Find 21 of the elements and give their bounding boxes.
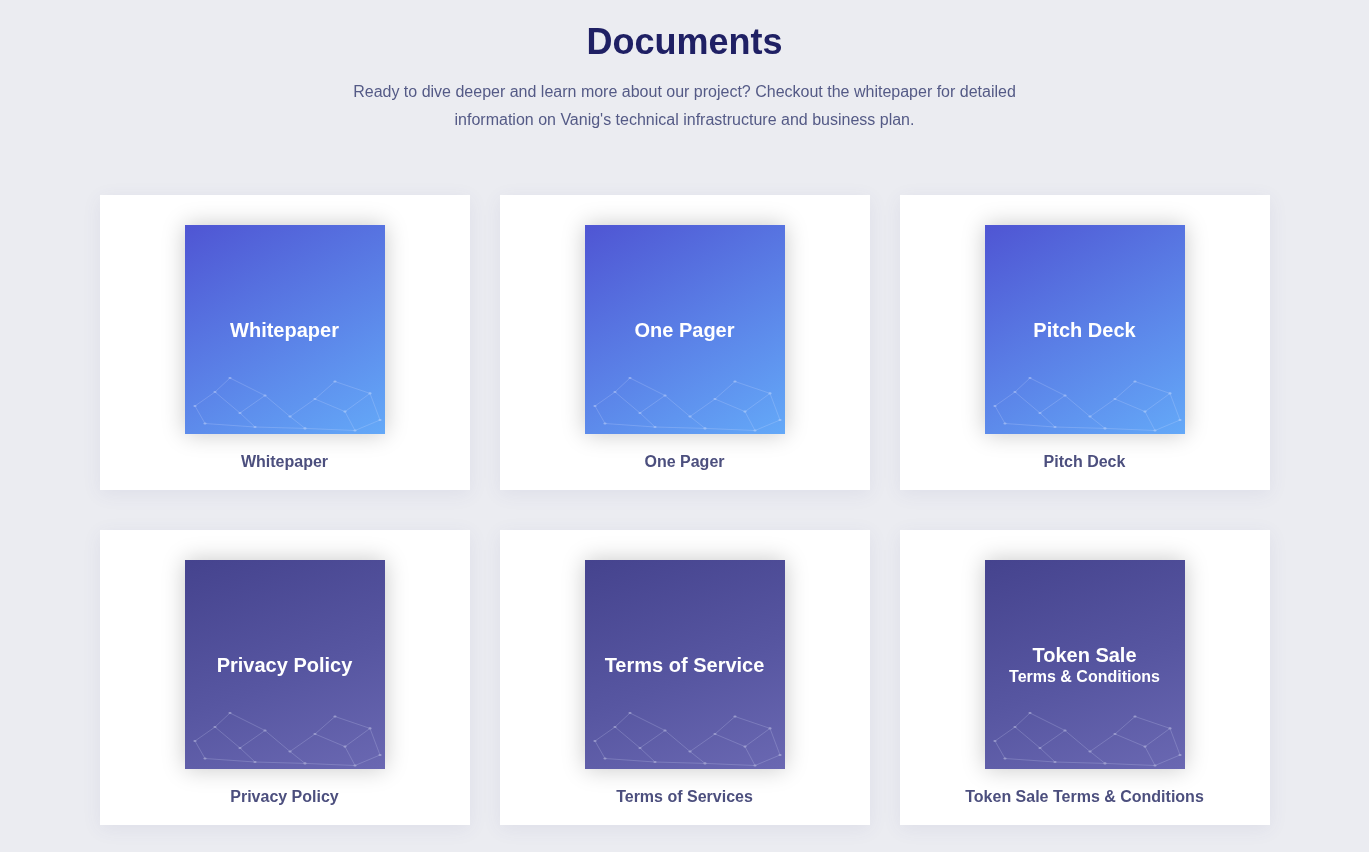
document-label: Whitepaper — [240, 452, 329, 472]
cover-title: Token Sale — [1032, 642, 1137, 667]
document-label: Token Sale Terms & Conditions — [965, 787, 1204, 807]
cover-title: Whitepaper — [230, 317, 339, 342]
intro-paragraph: Ready to dive deeper and learn more about our project? Checkout the whitepaper for detailed information on Vanig's technical infrastructure and business plan. — [352, 82, 1017, 130]
cover-title: Terms of Service — [604, 652, 765, 677]
document-card[interactable]: Whitepaper Whitepaper — [99, 195, 470, 490]
page-heading: Documents — [586, 20, 783, 64]
cover-title: Pitch Deck — [1033, 317, 1136, 342]
document-card[interactable]: Pitch Deck Pitch Deck — [899, 195, 1270, 490]
cover-title: Privacy Policy — [216, 652, 353, 677]
document-card[interactable]: One Pager One Pager — [499, 195, 870, 490]
document-card[interactable]: Terms of Service Terms of Services — [499, 530, 870, 825]
cover-subtitle: Terms & Conditions — [1009, 666, 1160, 687]
cover-title: One Pager — [634, 317, 735, 342]
document-label: One Pager — [644, 452, 725, 472]
document-label: Pitch Deck — [1043, 452, 1126, 472]
document-card[interactable]: Token Sale Terms & Conditions Token Sale Terms & Conditions — [899, 530, 1270, 825]
document-label: Terms of Services — [616, 787, 753, 807]
document-label: Privacy Policy — [230, 787, 339, 807]
document-card[interactable]: Privacy Policy Privacy Policy — [99, 530, 470, 825]
